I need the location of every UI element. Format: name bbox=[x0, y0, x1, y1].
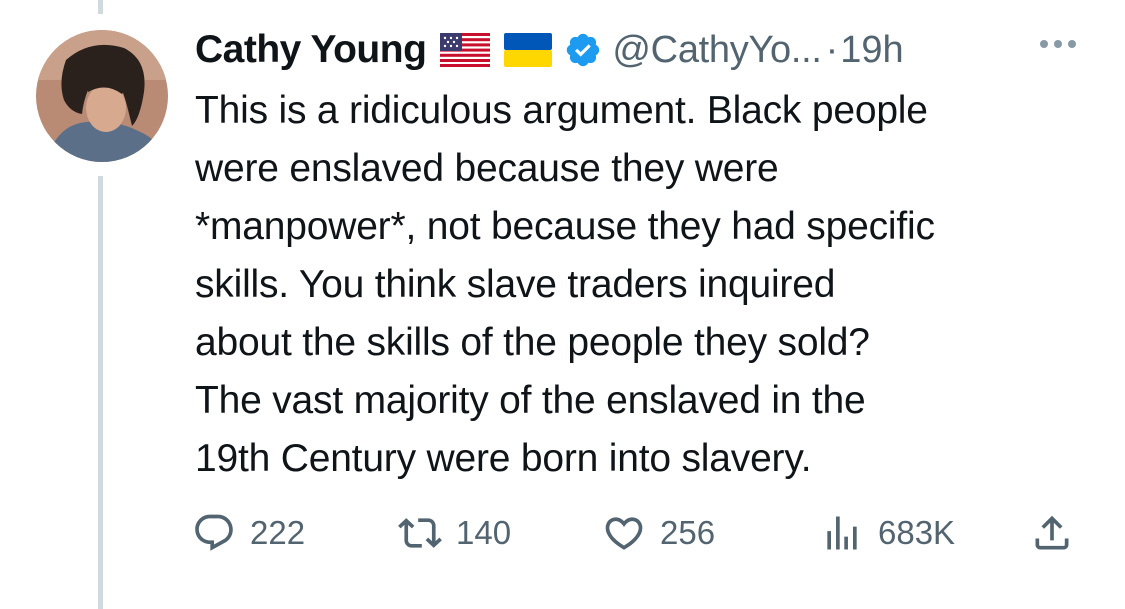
tweet-text-line: skills. You think slave traders inquired bbox=[195, 263, 836, 306]
handle[interactable]: @CathyYo... bbox=[612, 29, 822, 72]
ukraine-flag-icon bbox=[504, 33, 553, 67]
tweet-text-line: were enslaved because they were bbox=[195, 147, 779, 190]
tweet-text-line: 19th Century were born into slavery. bbox=[195, 437, 812, 480]
us-flag-icon bbox=[440, 33, 491, 67]
share-icon bbox=[1030, 511, 1074, 555]
reply-button[interactable]: 222 bbox=[192, 505, 305, 561]
retweet-button[interactable]: 140 bbox=[398, 505, 511, 561]
tweet-text-line: This is a ridiculous argument. Black peo… bbox=[195, 89, 928, 132]
more-options-icon[interactable] bbox=[1040, 40, 1076, 48]
timestamp[interactable]: 19h bbox=[840, 29, 903, 72]
action-bar: 222 140 256 683K bbox=[192, 505, 1092, 561]
tweet-text: This is a ridiculous argument. Black peo… bbox=[195, 82, 1095, 488]
thread-line bbox=[98, 176, 103, 609]
share-button[interactable] bbox=[1030, 505, 1074, 561]
verified-badge-icon[interactable] bbox=[564, 31, 602, 69]
like-button[interactable]: 256 bbox=[602, 505, 715, 561]
reply-icon bbox=[192, 511, 236, 555]
reply-count: 222 bbox=[250, 514, 306, 551]
heart-icon bbox=[602, 511, 646, 555]
views-chart-icon bbox=[820, 511, 864, 555]
thread-line-top bbox=[98, 0, 103, 14]
tweet-header: Cathy Young @CathyYo... · 19h bbox=[195, 24, 1095, 76]
like-count: 256 bbox=[660, 514, 716, 551]
tweet-text-line: about the skills of the people they sold… bbox=[195, 321, 870, 364]
avatar[interactable] bbox=[36, 30, 168, 162]
views-button[interactable]: 683K bbox=[820, 505, 955, 561]
views-count: 683K bbox=[878, 514, 956, 551]
tweet-text-line: *manpower*, not because they had specifi… bbox=[195, 205, 935, 248]
display-name[interactable]: Cathy Young bbox=[195, 28, 427, 72]
tweet-text-line: The vast majority of the enslaved in the bbox=[195, 379, 866, 422]
retweet-count: 140 bbox=[456, 514, 512, 551]
separator-dot: · bbox=[825, 28, 839, 71]
retweet-icon bbox=[398, 511, 442, 555]
